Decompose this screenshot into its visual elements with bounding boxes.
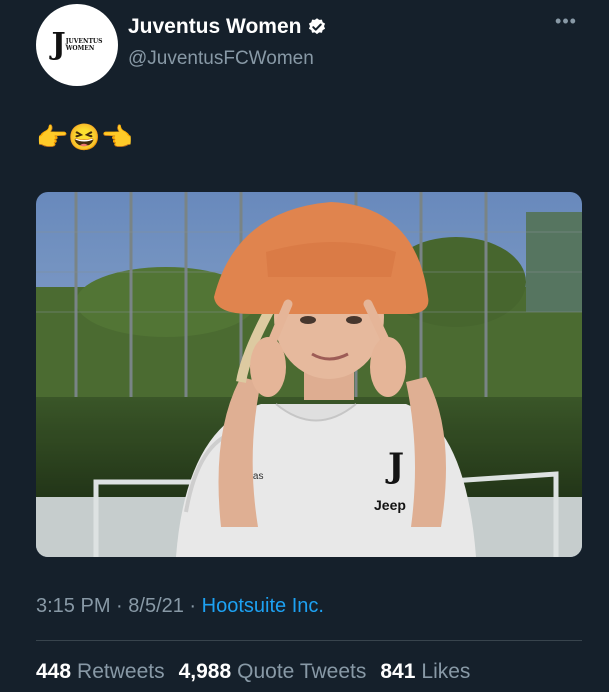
meta-separator-1: · [110,595,129,617]
avatar[interactable]: J JUVENTUS WOMEN [36,4,118,86]
display-name[interactable]: Juventus Women [128,15,301,39]
avatar-wordmark: JUVENTUS WOMEN [66,38,103,53]
retweets-stat[interactable]: 448 Retweets [36,660,165,684]
photo-illustration: J Jeep adidas [36,192,582,557]
avatar-monogram: J [51,27,65,62]
tweet-source-link[interactable]: Hootsuite Inc. [202,595,324,617]
tweet-date[interactable]: 8/5/21 [128,595,184,617]
avatar-wordmark-line1: JUVENTUS [65,37,103,45]
avatar-wordmark-line2: WOMEN [65,45,95,52]
tweet-text: 👉😆👈 [36,122,134,152]
author-name-row: Juventus Women [128,15,327,39]
quote-tweets-label: Quote Tweets [237,660,367,683]
engagement-stats: 448 Retweets 4,988 Quote Tweets 841 Like… [36,660,470,684]
user-handle[interactable]: @JuventusFCWomen [128,48,314,70]
tweet: J JUVENTUS WOMEN Juventus Women @Juventu… [0,0,609,692]
quote-tweets-stat[interactable]: 4,988 Quote Tweets [179,660,367,684]
tweet-photo[interactable]: J Jeep adidas [36,192,582,557]
retweets-label: Retweets [77,660,165,683]
likes-label: Likes [421,660,471,683]
meta-separator-2: · [183,595,202,617]
likes-count: 841 [380,660,416,683]
more-options-icon[interactable]: ••• [552,12,580,34]
verified-badge-icon [307,17,327,37]
tweet-meta: 3:15 PM · 8/5/21 · Hootsuite Inc. [36,595,324,618]
stats-divider [36,640,582,641]
tweet-time[interactable]: 3:15 PM [36,595,110,617]
likes-stat[interactable]: 841 Likes [380,660,470,684]
quote-tweets-count: 4,988 [178,660,232,683]
retweets-count: 448 [36,660,72,683]
